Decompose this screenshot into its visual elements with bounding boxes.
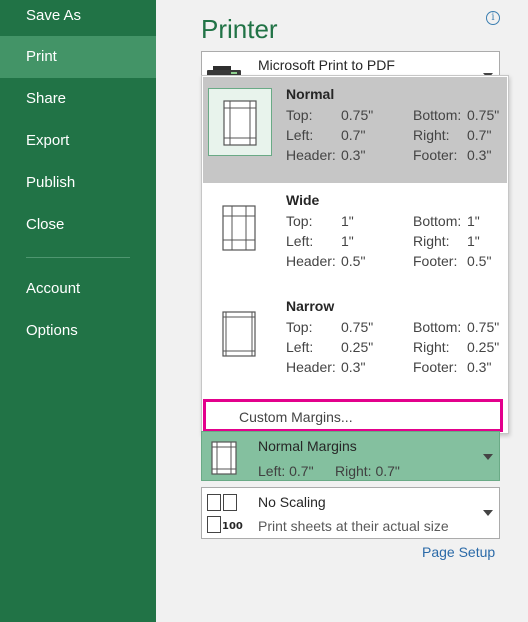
printer-name: Microsoft Print to PDF: [258, 57, 395, 73]
nav-share[interactable]: Share: [0, 78, 156, 120]
right-label: Right:: [413, 233, 450, 249]
scaling-title: No Scaling: [258, 494, 326, 510]
nav-options[interactable]: Options: [0, 310, 156, 352]
header-value: 0.5": [341, 253, 366, 269]
left-value: 1": [341, 233, 354, 249]
margins-option-narrow[interactable]: Narrow Top: 0.75" Bottom: 0.75" Left: 0.…: [203, 289, 507, 395]
option-name: Narrow: [286, 298, 335, 314]
page-setup-link[interactable]: Page Setup: [422, 544, 495, 560]
top-label: Top:: [286, 319, 313, 335]
backstage-sidebar: Save As Print Share Export Publish Close…: [0, 0, 156, 622]
footer-label: Footer:: [413, 359, 458, 375]
nav-account[interactable]: Account: [0, 268, 156, 310]
right-value: 0.7": [467, 127, 492, 143]
margins-setting-title: Normal Margins: [258, 438, 357, 454]
page-icon: [223, 494, 237, 511]
nav-print[interactable]: Print: [0, 36, 156, 78]
header-value: 0.3": [341, 359, 366, 375]
page-margins-icon: [208, 300, 272, 368]
nav-divider: [26, 257, 130, 258]
margins-left-value: Left: 0.7": [258, 463, 314, 479]
margins-option-normal[interactable]: Normal Top: 0.75" Bottom: 0.75" Left: 0.…: [203, 77, 507, 183]
printer-heading: Printer: [201, 14, 278, 44]
top-value: 0.75": [341, 107, 374, 123]
bottom-label: Bottom:: [413, 107, 462, 123]
custom-margins-option[interactable]: Custom Margins...: [203, 399, 503, 432]
scaling-setting-button[interactable]: 100 No Scaling Print sheets at their act…: [201, 487, 500, 539]
footer-value: 0.3": [467, 147, 492, 163]
header-label: Header:: [286, 253, 336, 269]
top-label: Top:: [286, 107, 313, 123]
top-value: 1": [341, 213, 354, 229]
bottom-value: 0.75": [467, 107, 500, 123]
left-label: Left:: [286, 339, 314, 355]
page-icon: [207, 494, 221, 511]
left-label: Left:: [286, 233, 314, 249]
left-label: Left:: [286, 127, 314, 143]
option-name: Normal: [286, 86, 335, 102]
footer-label: Footer:: [413, 147, 458, 163]
footer-value: 0.5": [467, 253, 492, 269]
nav-save-as[interactable]: Save As: [0, 0, 156, 37]
scaling-subtitle: Print sheets at their actual size: [258, 518, 449, 534]
nav-close[interactable]: Close: [0, 204, 156, 246]
scale-percent-icon: 100: [222, 521, 243, 532]
margins-option-wide[interactable]: Wide Top: 1" Bottom: 1" Left: 1" Right: …: [203, 183, 507, 289]
top-label: Top:: [286, 213, 313, 229]
right-value: 1": [467, 233, 480, 249]
nav-publish[interactable]: Publish: [0, 162, 156, 204]
chevron-down-icon[interactable]: [483, 510, 493, 516]
page-margins-icon: [211, 441, 237, 475]
margins-setting-button[interactable]: Normal Margins Left: 0.7" Right: 0.7": [201, 431, 500, 481]
footer-label: Footer:: [413, 253, 458, 269]
header-label: Header:: [286, 359, 336, 375]
right-label: Right:: [413, 127, 450, 143]
custom-margins-label: Custom Margins...: [239, 409, 353, 425]
bottom-label: Bottom:: [413, 319, 462, 335]
top-value: 0.75": [341, 319, 374, 335]
bottom-label: Bottom:: [413, 213, 462, 229]
header-label: Header:: [286, 147, 336, 163]
margins-dropdown: Normal Top: 0.75" Bottom: 0.75" Left: 0.…: [201, 75, 509, 434]
margins-right-value: Right: 0.7": [335, 463, 400, 479]
info-icon[interactable]: i: [486, 11, 500, 25]
left-value: 0.25": [341, 339, 374, 355]
footer-value: 0.3": [467, 359, 492, 375]
right-label: Right:: [413, 339, 450, 355]
bottom-value: 1": [467, 213, 480, 229]
header-value: 0.3": [341, 147, 366, 163]
chevron-down-icon[interactable]: [483, 454, 493, 460]
left-value: 0.7": [341, 127, 366, 143]
right-value: 0.25": [467, 339, 500, 355]
page-margins-icon: [208, 194, 272, 262]
option-name: Wide: [286, 192, 320, 208]
page-margins-icon: [208, 88, 272, 156]
page-icon: [207, 516, 221, 533]
bottom-value: 0.75": [467, 319, 500, 335]
nav-export[interactable]: Export: [0, 120, 156, 162]
